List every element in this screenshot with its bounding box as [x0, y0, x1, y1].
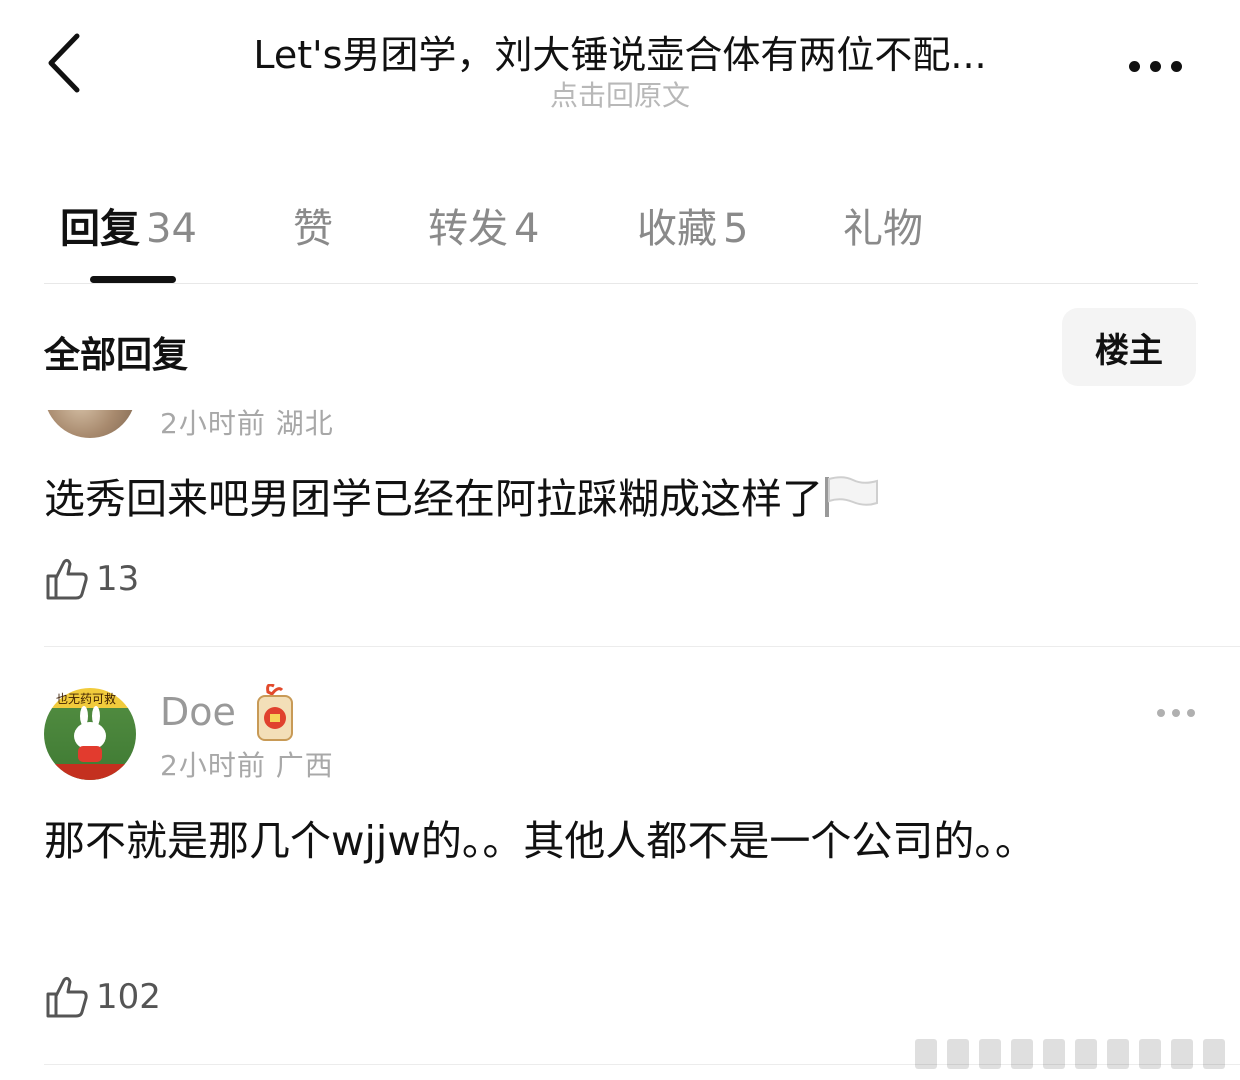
white-flag-icon: [823, 468, 879, 542]
comment-text: 选秀回来吧男团学已经在阿拉踩糊成这样了: [44, 462, 1194, 542]
comment-text: 那不就是那几个wjjw的。。其他人都不是一个公司的。。: [44, 817, 1036, 865]
thumbs-up-icon: [46, 558, 88, 600]
charm-badge-icon: [252, 683, 298, 746]
comment-divider: [44, 646, 1240, 647]
watermark-decoration: [915, 1034, 1235, 1074]
like-button[interactable]: 13: [44, 556, 139, 602]
more-horizontal-icon: [1157, 709, 1165, 717]
section-title: 全部回复: [44, 335, 189, 376]
op-only-filter-button[interactable]: 楼主: [1062, 308, 1196, 386]
tab-likes[interactable]: 赞: [293, 196, 333, 254]
active-tab-indicator: [90, 276, 176, 283]
tab-divider: [44, 283, 1198, 284]
tab-reposts[interactable]: 转发 4: [428, 196, 539, 254]
tab-count: 34: [146, 206, 197, 252]
tab-favorites[interactable]: 收藏 5: [637, 196, 748, 254]
username[interactable]: Doe: [160, 690, 236, 734]
tab-gifts[interactable]: 礼物: [843, 196, 923, 254]
view-original-link[interactable]: 点击回原文: [150, 74, 1090, 114]
tab-count: 4: [514, 206, 540, 252]
more-options-button[interactable]: [1110, 46, 1200, 86]
like-count: 102: [96, 977, 161, 1017]
more-horizontal-icon: [1128, 60, 1140, 72]
post-title: Let's男团学，刘大锤说壶合体有两位不配...: [253, 33, 987, 77]
chevron-left-icon: [48, 33, 80, 93]
comment-meta: 2小时前 广西: [160, 749, 334, 782]
tab-count: 5: [723, 206, 749, 252]
comment-more-button[interactable]: [1148, 700, 1204, 726]
avatar-caption: 也无药可救: [56, 692, 117, 706]
back-button[interactable]: [30, 28, 100, 98]
thumbs-up-icon: [46, 976, 88, 1018]
like-button[interactable]: 102: [44, 974, 161, 1020]
tab-replies[interactable]: 回复 34: [60, 196, 197, 254]
like-count: 13: [96, 559, 140, 599]
comment-meta: 2小时前 湖北: [160, 407, 334, 440]
